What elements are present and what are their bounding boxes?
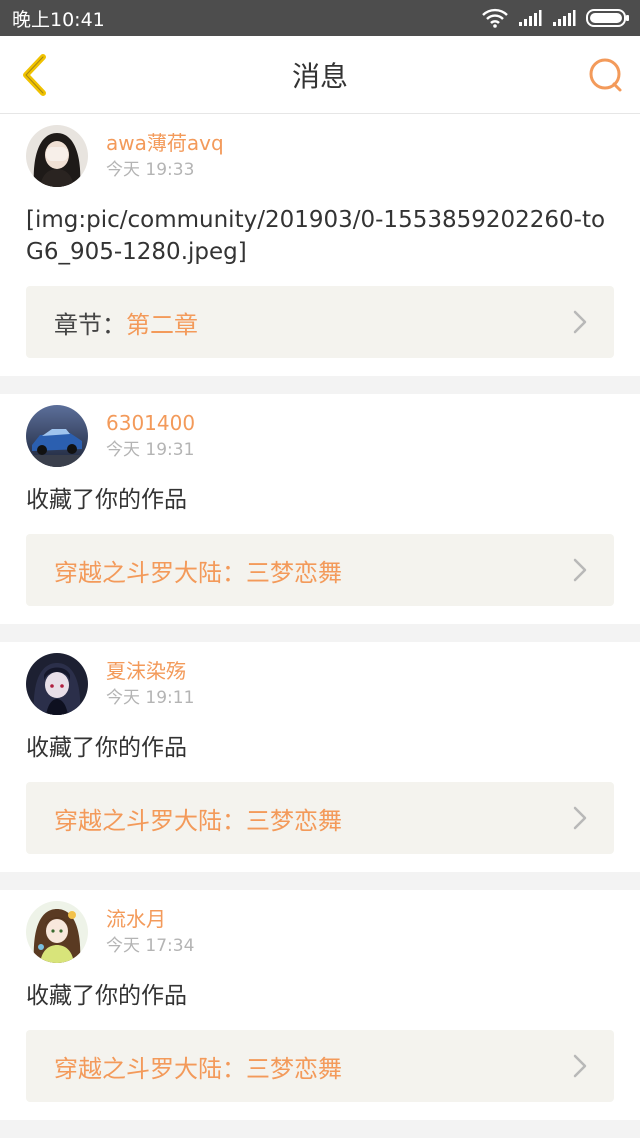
avatar[interactable] <box>26 405 88 467</box>
back-button[interactable] <box>14 52 54 98</box>
message-card: 6301400 今天 19:31 收藏了你的作品 穿越之斗罗大陆：三梦恋舞 <box>0 394 640 642</box>
chevron-right-icon <box>573 1054 587 1078</box>
work-link[interactable]: 穿越之斗罗大陆：三梦恋舞 <box>26 1030 614 1102</box>
chevron-right-icon <box>573 310 587 334</box>
message-content: [img:pic/community/201903/0-155385920226… <box>26 207 606 265</box>
message-meta: 6301400 今天 19:31 <box>106 410 195 462</box>
link-prefix: 章节： <box>54 310 126 339</box>
chapter-link[interactable]: 章节：第二章 <box>26 286 614 358</box>
message-header: 流水月 今天 17:34 <box>26 900 614 964</box>
search-button[interactable] <box>586 55 626 95</box>
avatar[interactable] <box>26 125 88 187</box>
page-title: 消息 <box>291 59 348 93</box>
wifi-icon <box>482 8 508 28</box>
message-card: 流水月 今天 17:34 收藏了你的作品 穿越之斗罗大陆：三梦恋舞 <box>0 890 640 1138</box>
avatar-blue-car-icon <box>26 405 88 467</box>
chevron-right-icon <box>573 806 587 830</box>
status-time: 晚上10:41 <box>12 8 105 31</box>
message-time: 今天 19:11 <box>106 688 195 708</box>
user-name[interactable]: 6301400 <box>106 410 195 436</box>
message-header: 6301400 今天 19:31 <box>26 404 614 468</box>
work-link[interactable]: 穿越之斗罗大陆：三梦恋舞 <box>26 534 614 606</box>
work-link[interactable]: 穿越之斗罗大陆：三梦恋舞 <box>26 782 614 854</box>
link-value: 穿越之斗罗大陆：三梦恋舞 <box>54 1054 342 1083</box>
signal-icon-1 <box>519 10 542 26</box>
message-header: awa薄荷avq 今天 19:33 <box>26 124 614 188</box>
message-meta: 流水月 今天 17:34 <box>106 906 194 958</box>
message-time: 今天 17:34 <box>106 936 195 956</box>
user-name[interactable]: awa薄荷avq <box>106 130 224 156</box>
link-value: 穿越之斗罗大陆：三梦恋舞 <box>54 806 342 835</box>
status-bar: 晚上10:41 <box>0 0 640 36</box>
signal-icon-2 <box>553 10 576 26</box>
message-content: 收藏了你的作品 <box>26 983 187 1009</box>
message-header: 夏沫染殇 今天 19:11 <box>26 652 614 716</box>
message-card: awa薄荷avq 今天 19:33 [img:pic/community/201… <box>0 114 640 394</box>
link-text: 章节：第二章 <box>54 305 198 340</box>
message-time: 今天 19:33 <box>106 160 195 180</box>
search-icon <box>589 58 622 92</box>
user-name[interactable]: 夏沫染殇 <box>106 658 194 684</box>
avatar[interactable] <box>26 653 88 715</box>
message-card: 夏沫染殇 今天 19:11 收藏了你的作品 穿越之斗罗大陆：三梦恋舞 <box>0 642 640 890</box>
message-meta: 夏沫染殇 今天 19:11 <box>106 658 194 710</box>
link-text: 穿越之斗罗大陆：三梦恋舞 <box>54 553 342 588</box>
link-value: 第二章 <box>126 310 198 339</box>
chevron-right-icon <box>573 558 587 582</box>
avatar-anime-girl-icon <box>26 901 88 963</box>
avatar-dark-anime-icon <box>26 653 88 715</box>
status-icons <box>482 8 630 28</box>
message-meta: awa薄荷avq 今天 19:33 <box>106 130 224 182</box>
avatar[interactable] <box>26 901 88 963</box>
top-nav-bar: 消息 <box>0 36 640 114</box>
message-content: 收藏了你的作品 <box>26 487 187 513</box>
link-text: 穿越之斗罗大陆：三梦恋舞 <box>54 801 342 836</box>
link-value: 穿越之斗罗大陆：三梦恋舞 <box>54 558 342 587</box>
avatar-girl-hiding-face-icon <box>26 125 88 187</box>
battery-icon <box>586 9 629 27</box>
link-text: 穿越之斗罗大陆：三梦恋舞 <box>54 1049 342 1084</box>
message-content: 收藏了你的作品 <box>26 735 187 761</box>
message-list: awa薄荷avq 今天 19:33 [img:pic/community/201… <box>0 114 640 1138</box>
message-time: 今天 19:31 <box>106 440 195 460</box>
user-name[interactable]: 流水月 <box>106 906 194 932</box>
back-arrow-icon <box>23 54 46 96</box>
